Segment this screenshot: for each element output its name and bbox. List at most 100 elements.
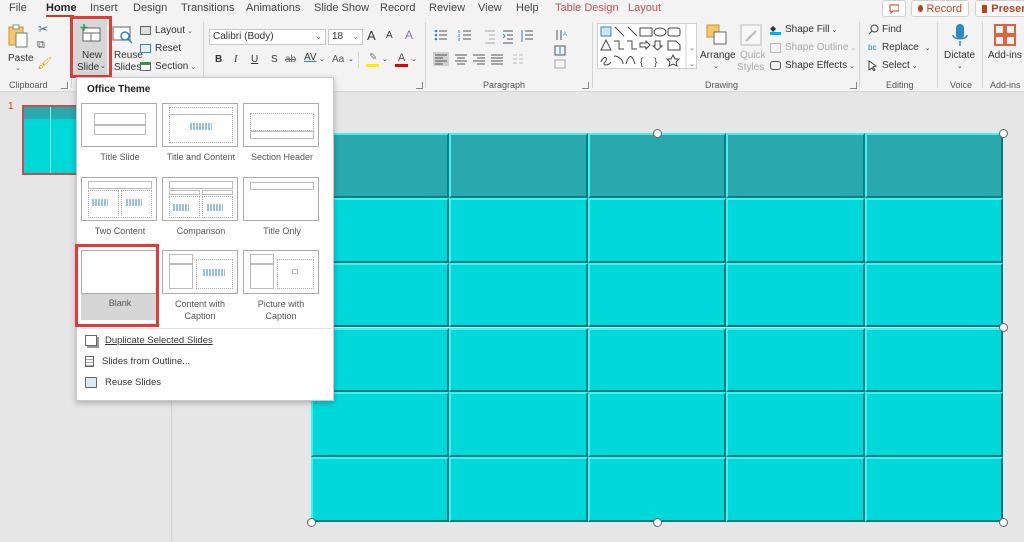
format-painter-icon[interactable]: 🖌 <box>37 56 52 70</box>
paragraph-dialog-launcher[interactable] <box>582 82 589 89</box>
table-cell[interactable] <box>726 262 865 328</box>
text-direction-icon[interactable]: A <box>556 30 567 40</box>
reset-button[interactable]: Reset <box>140 42 181 55</box>
table-cell[interactable] <box>587 262 727 328</box>
table-cell[interactable] <box>587 197 727 263</box>
layout-option-title-content[interactable]: Title and Content <box>162 103 240 177</box>
resize-handle[interactable] <box>998 128 1008 138</box>
tab-design[interactable]: Design <box>133 2 167 14</box>
arrange-button[interactable]: Arrange ⌄ <box>700 22 736 78</box>
section-button[interactable]: Section ⌄ <box>140 60 196 73</box>
quick-styles-button[interactable]: Quick Styles <box>736 22 766 78</box>
table-cell[interactable] <box>587 392 727 458</box>
slide-thumbnail-1[interactable] <box>22 105 78 175</box>
tab-help[interactable]: Help <box>516 2 539 14</box>
smartart-icon[interactable] <box>554 59 566 69</box>
resize-handle[interactable] <box>998 517 1008 527</box>
drawing-dialog-launcher[interactable] <box>850 82 857 89</box>
bullets-icon[interactable] <box>434 29 447 41</box>
clipboard-dialog-launcher[interactable] <box>61 82 68 89</box>
table-cell[interactable] <box>864 457 1003 522</box>
tab-view[interactable]: View <box>478 2 502 14</box>
table-cell[interactable] <box>449 457 588 522</box>
table-cell[interactable] <box>449 197 588 263</box>
tab-review[interactable]: Review <box>429 2 465 14</box>
layout-option-title-only[interactable]: Title Only <box>243 177 321 251</box>
table-cell[interactable] <box>726 457 865 522</box>
layout-option-picture-caption[interactable]: Picture with Caption <box>243 250 321 324</box>
layout-option-comparison[interactable]: Comparison <box>162 177 240 251</box>
table-cell[interactable] <box>587 457 727 522</box>
shapes-gallery[interactable]: { } ⌄ ⌄ <box>597 23 697 70</box>
align-right-icon[interactable] <box>473 54 485 65</box>
comments-button[interactable] <box>882 0 906 17</box>
tab-record[interactable]: Record <box>380 2 415 14</box>
table-header-cell[interactable] <box>864 133 1003 198</box>
table-cell[interactable] <box>449 262 588 328</box>
tab-slide-show[interactable]: Slide Show <box>314 2 369 14</box>
highlight-button[interactable]: ✎ <box>366 52 379 68</box>
tab-animations[interactable]: Animations <box>246 2 300 14</box>
shrink-font-button[interactable]: A <box>386 30 393 41</box>
layout-option-content-caption[interactable]: Content with Caption <box>162 250 240 324</box>
underline-button[interactable]: U <box>251 54 258 65</box>
table-cell[interactable] <box>311 457 450 522</box>
resize-handle[interactable] <box>306 517 316 527</box>
line-spacing-icon[interactable] <box>521 30 533 42</box>
decrease-indent-icon[interactable] <box>485 30 495 44</box>
bold-button[interactable]: B <box>215 54 222 65</box>
font-color-button[interactable]: A <box>395 52 408 68</box>
align-left-icon[interactable] <box>433 52 449 66</box>
shape-effects-button[interactable]: Shape Effects ⌄ <box>770 59 855 72</box>
record-button[interactable]: Record <box>911 0 969 17</box>
reuse-slides-button[interactable]: Reuse Slides <box>112 22 143 78</box>
layout-button[interactable]: Layout ⌄ <box>140 24 193 37</box>
table-cell[interactable] <box>864 327 1003 393</box>
tab-file[interactable]: File <box>9 2 27 14</box>
find-button[interactable]: Find <box>868 23 901 36</box>
table-cell[interactable] <box>726 392 865 458</box>
present-button[interactable]: Presen <box>975 0 1024 17</box>
copy-icon[interactable]: ⧉ <box>37 39 45 52</box>
align-text-icon[interactable] <box>554 45 566 56</box>
resize-grip-icon[interactable]: ⋰ <box>324 391 330 398</box>
table-header-cell[interactable] <box>726 133 865 198</box>
character-spacing-button[interactable]: AV <box>304 52 317 63</box>
table-cell[interactable] <box>726 327 865 393</box>
layout-option-title[interactable]: Title Slide <box>81 103 159 177</box>
table-cell[interactable] <box>311 392 450 458</box>
change-case-dropdown-icon[interactable]: ⌄ <box>348 55 354 63</box>
cut-icon[interactable]: ✂ <box>38 22 48 36</box>
grow-font-button[interactable]: A <box>367 28 376 43</box>
font-size-combo[interactable]: 18 ⌄ <box>328 29 363 45</box>
tab-table-design[interactable]: Table Design <box>555 2 619 14</box>
increase-indent-icon[interactable] <box>502 30 513 44</box>
paste-button[interactable] <box>7 24 29 50</box>
shape-outline-button[interactable]: Shape Outline ⌄ <box>770 41 856 54</box>
paste-dropdown-icon[interactable]: ⌄ <box>15 64 21 72</box>
clear-formatting-icon[interactable]: A <box>405 28 413 42</box>
tab-transitions[interactable]: Transitions <box>181 2 234 14</box>
reuse-slides-item[interactable]: Reuse Slides <box>85 373 325 391</box>
change-case-button[interactable]: Aa <box>332 54 344 65</box>
table-cell[interactable] <box>587 327 727 393</box>
select-button[interactable]: Select ⌄ <box>868 59 918 72</box>
table-header-cell[interactable] <box>587 133 727 198</box>
text-shadow-button[interactable]: S <box>271 54 278 65</box>
italic-button[interactable]: I <box>234 54 237 65</box>
resize-handle[interactable] <box>652 517 662 527</box>
table-cell[interactable] <box>449 392 588 458</box>
add-ins-button[interactable]: Add-ins <box>986 22 1024 78</box>
table-header-cell[interactable] <box>449 133 588 198</box>
font-dialog-launcher[interactable] <box>416 82 423 89</box>
replace-button[interactable]: bc Replace ⌄ <box>868 41 931 54</box>
numbering-icon[interactable] <box>458 30 471 41</box>
strikethrough-button[interactable]: ab <box>285 54 296 65</box>
table-cell[interactable] <box>864 197 1003 263</box>
tab-insert[interactable]: Insert <box>90 2 118 14</box>
duplicate-selected-slides-item[interactable]: Duplicate Selected Slides <box>85 331 325 349</box>
columns-icon[interactable] <box>513 54 523 64</box>
tab-home[interactable]: Home <box>46 2 77 14</box>
layout-option-section[interactable]: Section Header <box>243 103 321 177</box>
slide-table[interactable] <box>306 128 1008 527</box>
